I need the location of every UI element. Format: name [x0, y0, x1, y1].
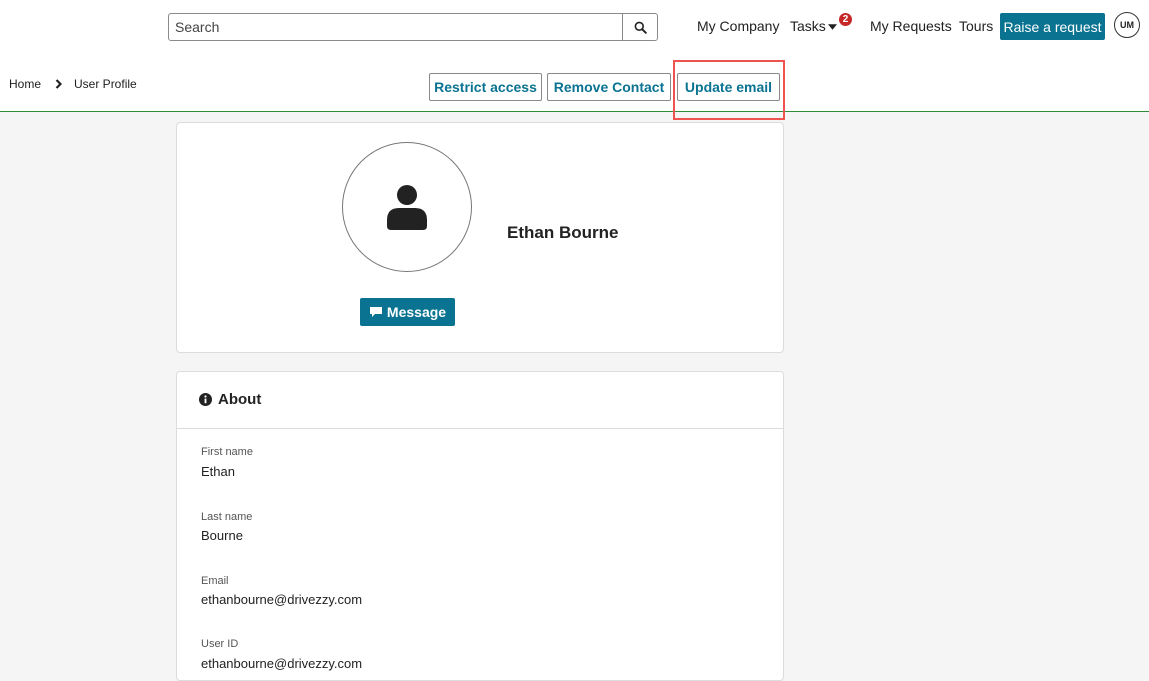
chevron-right-icon: [55, 79, 63, 89]
nav-my-requests[interactable]: My Requests: [870, 18, 952, 34]
user-id-label: User ID: [201, 638, 239, 650]
nav-tours[interactable]: Tours: [959, 18, 993, 34]
info-icon: [199, 393, 212, 406]
email-value: ethanbourne@drivezzy.com: [201, 592, 363, 607]
search-input[interactable]: [169, 14, 629, 40]
first-name-label: First name: [201, 446, 253, 458]
search-button[interactable]: [622, 14, 657, 40]
highlight-box: [673, 60, 785, 120]
about-title: About: [218, 391, 262, 408]
first-name-value: Ethan: [201, 464, 235, 479]
restrict-access-button[interactable]: Restrict access: [429, 73, 542, 101]
about-card-header: [177, 372, 783, 429]
profile-name: Ethan Bourne: [507, 223, 619, 242]
search-icon: [634, 21, 647, 34]
profile-card: [176, 122, 784, 353]
email-label: Email: [201, 575, 229, 587]
tasks-count-badge: 2: [839, 13, 852, 26]
remove-contact-button[interactable]: Remove Contact: [547, 73, 671, 101]
user-avatar[interactable]: UM: [1114, 12, 1140, 38]
raise-request-button[interactable]: Raise a request: [1000, 13, 1105, 40]
comment-icon: [369, 307, 382, 317]
user-id-value: ethanbourne@drivezzy.com: [201, 656, 363, 671]
breadcrumb-home[interactable]: Home: [9, 77, 41, 91]
breadcrumb: Home User Profile: [9, 77, 137, 91]
nav-my-company[interactable]: My Company: [697, 18, 779, 34]
breadcrumb-current: User Profile: [74, 77, 137, 91]
profile-photo: [342, 142, 472, 272]
message-button[interactable]: Message: [360, 298, 455, 326]
nav-tasks[interactable]: Tasks: [790, 18, 826, 34]
last-name-label: Last name: [201, 511, 253, 523]
message-button-label: Message: [386, 304, 447, 320]
user-icon: [387, 185, 427, 230]
caret-down-icon[interactable]: [828, 24, 837, 30]
search-box: [168, 13, 658, 41]
last-name-value: Bourne: [201, 528, 243, 543]
